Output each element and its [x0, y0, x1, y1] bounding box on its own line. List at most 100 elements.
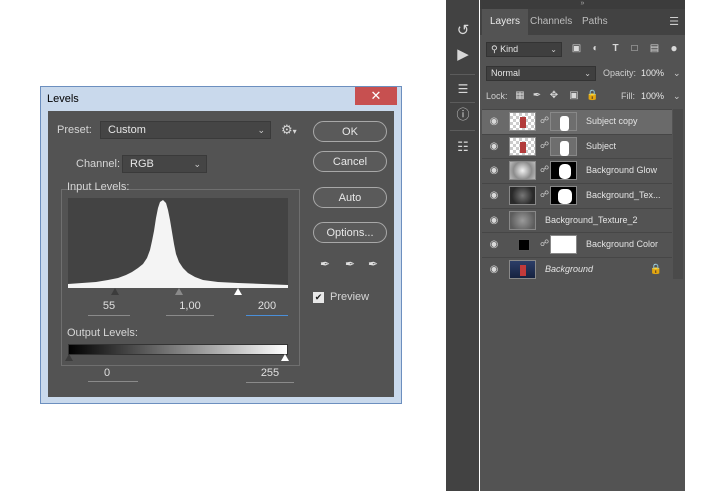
panel-toolstrip: ↺ ▶ ☰ ⓘ ☷ [446, 0, 479, 491]
eye-icon[interactable]: ◉ [488, 215, 500, 227]
history-icon[interactable]: ↺ [452, 20, 474, 42]
layer-name: Background_Tex... [586, 190, 661, 201]
chain-link-icon[interactable]: ☍ [540, 164, 549, 176]
chain-link-icon[interactable]: ☍ [540, 238, 549, 250]
layer-row[interactable]: ◉ ☍ Background_Tex... [482, 183, 672, 208]
filter-adjustment-icon[interactable]: ◐ [589, 42, 602, 55]
clone-source-icon[interactable]: ☷ [452, 136, 474, 158]
layer-row[interactable]: ◉ ☍ Subject [482, 133, 672, 159]
chevron-down-icon: ⌄ [257, 125, 265, 135]
lock-all-icon[interactable]: 🔒 [586, 90, 598, 102]
chain-link-icon[interactable]: ☍ [540, 140, 549, 152]
layer-row[interactable]: ◉ ☍ Background Color [482, 232, 672, 257]
eye-icon[interactable]: ◉ [488, 116, 500, 128]
fill-field[interactable]: 100% [641, 91, 664, 101]
black-eyedropper-icon[interactable]: ✒ [320, 257, 330, 271]
gray-eyedropper-icon[interactable]: ✒ [345, 257, 355, 271]
output-levels-label: Output Levels: [67, 327, 138, 339]
layer-name: Background_Texture_2 [545, 214, 638, 225]
filter-shape-icon[interactable]: □ [628, 42, 641, 55]
layer-row[interactable]: ◉ Background 🔒 [482, 257, 672, 282]
lock-position-move-icon[interactable]: ✥ [548, 90, 560, 102]
chevron-down-icon[interactable]: ⌄ [673, 91, 681, 102]
output-black-slider[interactable] [65, 354, 73, 361]
tab-paths[interactable]: Paths [574, 9, 616, 35]
lock-transparent-icon[interactable]: ▦ [514, 90, 526, 102]
panel-menu-icon[interactable]: ☰ [669, 15, 679, 28]
filter-pixel-icon[interactable]: ▣ [570, 42, 583, 55]
layer-thumbnail [509, 136, 536, 156]
filter-toggle-icon[interactable]: ● [670, 42, 678, 55]
eye-icon[interactable]: ◉ [488, 264, 500, 276]
close-button[interactable]: ✕ [355, 87, 397, 105]
color-fill-thumbnail [518, 239, 530, 252]
input-white-slider[interactable] [234, 288, 242, 295]
preview-label: Preview [330, 291, 370, 303]
layer-name: Subject copy [586, 116, 638, 126]
opacity-label: Opacity: [603, 68, 637, 78]
options-button[interactable]: Options... [313, 222, 387, 243]
chevron-down-icon[interactable]: ⌄ [673, 68, 681, 79]
fill-label: Fill: [621, 91, 635, 101]
layer-thumbnail [509, 210, 536, 230]
layer-list: ◉ ☍ Subject copy ◉ ☍ Subject ◉ ☍ Backgro… [482, 109, 672, 282]
chain-link-icon[interactable]: ☍ [540, 189, 549, 201]
layer-name: Background [545, 264, 594, 275]
channel-select[interactable]: RGB ⌄ [122, 155, 207, 173]
layer-thumbnail [509, 161, 536, 181]
cancel-button[interactable]: Cancel [313, 151, 387, 172]
eye-icon[interactable]: ◉ [488, 239, 500, 251]
channel-value: RGB [130, 158, 154, 170]
preview-checkbox[interactable]: ✔ [313, 292, 324, 303]
input-gamma-field[interactable]: 1,00 [166, 300, 214, 316]
layer-mask-thumbnail [550, 186, 577, 206]
input-black-slider[interactable] [111, 288, 119, 295]
chevron-down-icon: ⌄ [550, 45, 557, 54]
white-eyedropper-icon[interactable]: ✒ [368, 257, 378, 271]
auto-button[interactable]: Auto [313, 187, 387, 208]
eye-icon[interactable]: ◉ [488, 165, 500, 177]
filter-kind-select[interactable]: ⚲ Kind ⌄ [486, 42, 562, 57]
divider [450, 74, 475, 75]
output-black-field[interactable]: 0 [88, 367, 138, 382]
eye-icon[interactable]: ◉ [488, 141, 500, 153]
filter-type-icon[interactable]: T [609, 42, 622, 55]
layer-row[interactable]: ◉ ☍ Subject copy [482, 109, 672, 134]
layer-thumbnail [509, 186, 536, 206]
ok-button[interactable]: OK [313, 121, 387, 142]
histogram [68, 198, 288, 288]
layer-mask-thumbnail [550, 136, 577, 156]
layer-row[interactable]: ◉ Background_Texture_2 [482, 207, 672, 233]
layer-mask-thumbnail [550, 161, 577, 181]
preset-select[interactable]: Custom ⌄ [100, 121, 271, 139]
actions-play-icon[interactable]: ▶ [452, 44, 474, 66]
levels-dialog: Levels ✕ Preset: Custom ⌄ ⚙▾ Channel: RG… [40, 86, 402, 404]
layer-thumbnail [509, 112, 536, 131]
panel-tabs: Layers Channels Paths ☰ [480, 9, 685, 35]
output-white-field[interactable]: 255 [246, 367, 294, 383]
input-levels-label: Input Levels: [67, 181, 130, 193]
gear-icon[interactable]: ⚙▾ [281, 122, 297, 138]
properties-icon[interactable]: ☰ [452, 78, 474, 100]
tab-channels[interactable]: Channels [522, 9, 580, 35]
output-white-slider[interactable] [281, 354, 289, 361]
lock-artboard-icon[interactable]: ▣ [568, 90, 580, 102]
chain-link-icon[interactable]: ☍ [540, 115, 549, 127]
info-icon[interactable]: ⓘ [452, 104, 474, 126]
dialog-body: Preset: Custom ⌄ ⚙▾ Channel: RGB ⌄ Input… [48, 111, 394, 397]
panel-collapse-bar[interactable]: » [480, 0, 685, 9]
preset-value: Custom [108, 124, 146, 136]
layers-panel: » Layers Channels Paths ☰ ⚲ Kind ⌄ ▣ ◐ T… [480, 0, 685, 491]
layer-row[interactable]: ◉ ☍ Background Glow [482, 158, 672, 183]
opacity-field[interactable]: 100% [641, 68, 664, 78]
layer-thumbnail [509, 260, 536, 280]
lock-paint-brush-icon[interactable]: ✒ [531, 90, 543, 102]
blend-mode-select[interactable]: Normal ⌄ [486, 66, 596, 81]
input-white-field[interactable]: 200 [246, 300, 288, 316]
layer-name: Background Color [586, 239, 659, 250]
scrollbar[interactable] [673, 109, 683, 279]
input-gamma-slider[interactable] [175, 288, 183, 295]
filter-smart-object-icon[interactable]: ▤ [648, 42, 661, 55]
eye-icon[interactable]: ◉ [488, 190, 500, 202]
input-black-field[interactable]: 55 [88, 300, 130, 316]
